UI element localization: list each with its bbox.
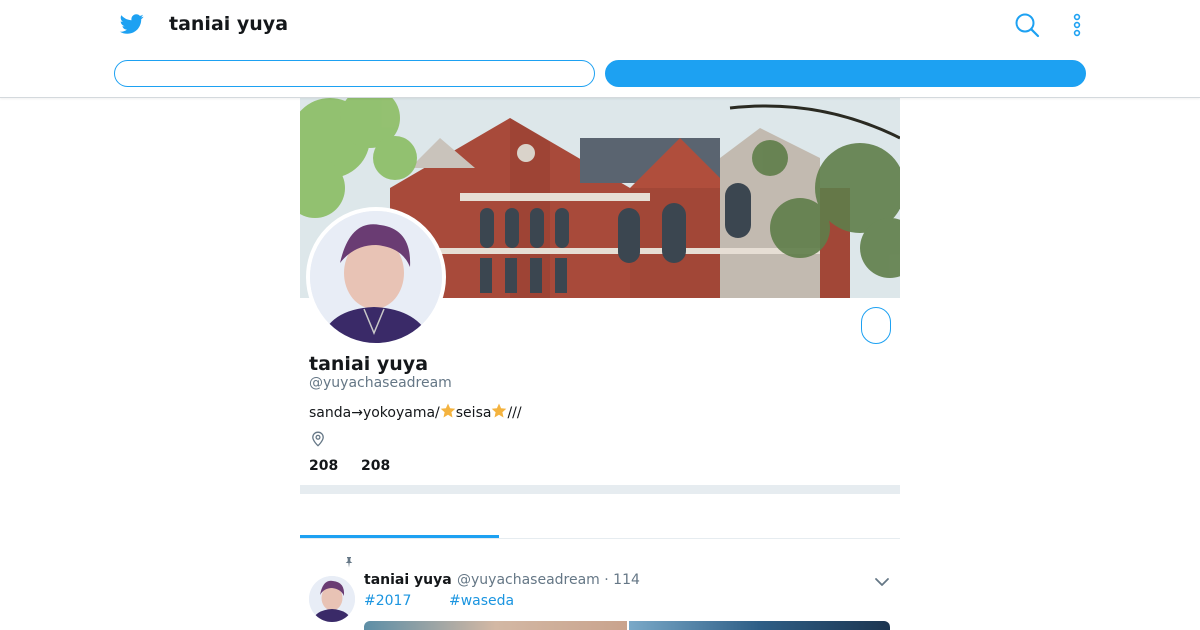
hashtag-link[interactable]: #waseda [449,593,514,609]
login-button[interactable] [114,60,595,87]
section-divider [300,485,900,494]
location-pin-icon [312,431,324,447]
follow-button[interactable] [861,307,891,344]
star-emoji-icon [440,403,456,418]
signup-button[interactable] [605,60,1086,87]
avatar-photo [310,211,442,343]
hashtag-link[interactable]: #2017 [364,593,411,609]
following-count[interactable]: 208 [309,458,338,474]
tweet-author-name[interactable]: taniai yuya [364,572,452,588]
tweet-photo[interactable] [629,621,890,630]
twitter-bird-icon[interactable] [119,12,145,36]
avatar-photo [309,576,355,622]
chevron-down-icon[interactable] [874,575,890,589]
profile-handle[interactable]: @yuyachaseadream [309,375,452,391]
star-emoji-icon [492,403,507,418]
more-vertical-icon[interactable] [1068,12,1086,38]
tweet-photo[interactable] [364,621,627,630]
tweet-avatar[interactable] [309,576,355,622]
tweet-media[interactable] [364,621,890,630]
tweet-author-handle[interactable]: @yuyachaseadream · 114 [457,572,640,588]
tab-tweets-active[interactable] [300,535,499,538]
bio-text-3: /// [507,405,522,421]
followers-count[interactable]: 208 [361,458,390,474]
profile-avatar[interactable] [306,207,446,347]
top-header: taniai yuya [0,0,1200,98]
tabs-divider [300,538,900,539]
profile-bio: sanda→yokoyama/seisa /// [309,403,522,421]
header-title: taniai yuya [169,13,289,35]
search-icon[interactable] [1014,12,1040,38]
bio-text-2: seisa [455,405,492,421]
bio-text-1: sanda→yokoyama/ [309,405,440,421]
profile-name: taniai yuya [309,353,429,375]
pin-icon [345,557,353,568]
